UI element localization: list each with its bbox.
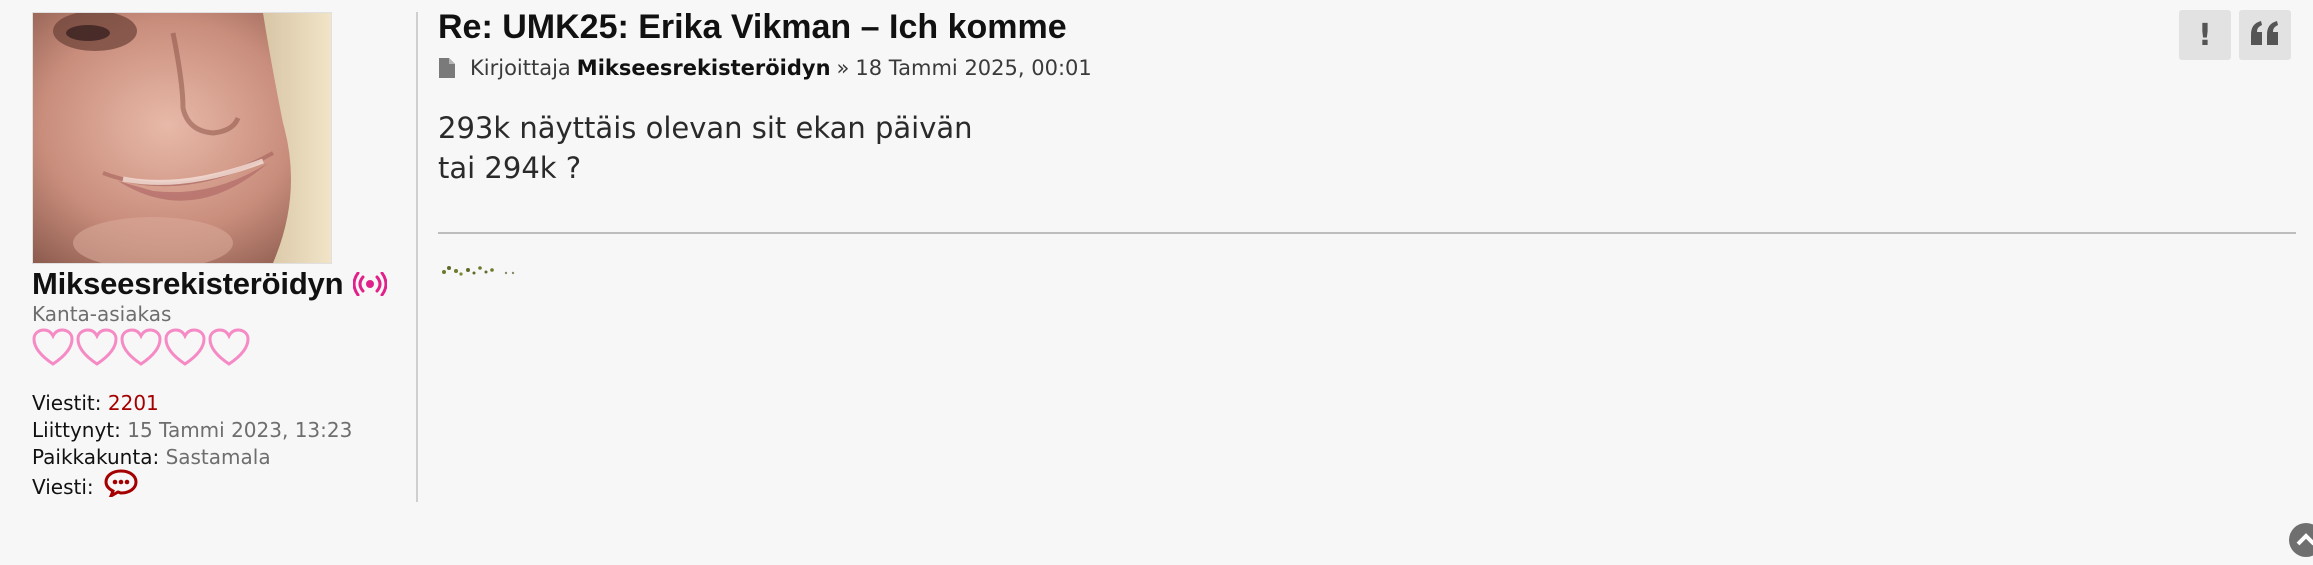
message-stat: Viesti: [32,469,412,506]
post-content-line: 293k näyttäis olevan sit ekan päivän [438,111,973,145]
online-indicator-icon [353,272,388,296]
post-author-link[interactable]: Mikseesrekisteröidyn [577,56,831,80]
exclamation-icon: ! [2198,17,2212,53]
joined-date: 15 Tammi 2023, 13:23 [127,418,353,442]
heart-rank-icon [120,328,162,368]
post-content-line: tai 294k ? [438,151,582,185]
heart-rank-icon [76,328,118,368]
posts-label: Viestit: [32,391,102,415]
posts-count-link[interactable]: 2201 [108,391,159,415]
speech-bubble-icon[interactable] [104,469,138,504]
location-label: Paikkakunta: [32,445,160,469]
location-stat: Paikkakunta: Sastamala [32,444,412,471]
post-title-link[interactable]: Re: UMK25: Erika Vikman – Ich komme [438,6,2298,48]
location-value: Sastamala [165,445,271,469]
message-label: Viesti: [32,475,94,499]
meta-separator: » [836,56,850,80]
post-buttons: ! [2179,10,2291,60]
heart-rank-icon [32,328,74,368]
file-icon[interactable] [438,57,456,79]
post-date: 18 Tammi 2025, 00:01 [855,56,1092,80]
posts-stat: Viestit: 2201 [32,390,412,417]
rank-hearts [32,328,412,368]
profile-stats: Viestit: 2201 Liittynyt: 15 Tammi 2023, … [32,390,412,506]
author-by-label: Kirjoittaja [470,56,571,80]
joined-label: Liittynyt: [32,418,121,442]
post-meta: Kirjoittaja Mikseesrekisteröidyn » 18 Ta… [438,56,2298,80]
heart-rank-icon [208,328,250,368]
user-rank: Kanta-asiakas [32,302,172,326]
joined-stat: Liittynyt: 15 Tammi 2023, 13:23 [32,417,412,444]
signature-image [440,262,536,282]
chevron-up-icon [2296,531,2313,550]
user-avatar[interactable] [32,12,332,264]
post-profile: Mikseesrekisteröidyn Kanta-asiakas Viest… [32,12,412,506]
signature-divider [438,232,2296,234]
forum-post: Mikseesrekisteröidyn Kanta-asiakas Viest… [0,0,2313,565]
post-content: 293k näyttäis olevan sit ekan päivän tai… [438,108,2298,188]
column-divider [416,12,418,502]
heart-rank-icon [164,328,206,368]
quote-icon [2248,19,2282,51]
back-to-top-button[interactable] [2289,523,2313,557]
post-body: Re: UMK25: Erika Vikman – Ich komme Kirj… [438,6,2298,188]
quote-button[interactable] [2239,10,2291,60]
report-button[interactable]: ! [2179,10,2231,60]
username-link[interactable]: Mikseesrekisteröidyn [32,266,344,302]
